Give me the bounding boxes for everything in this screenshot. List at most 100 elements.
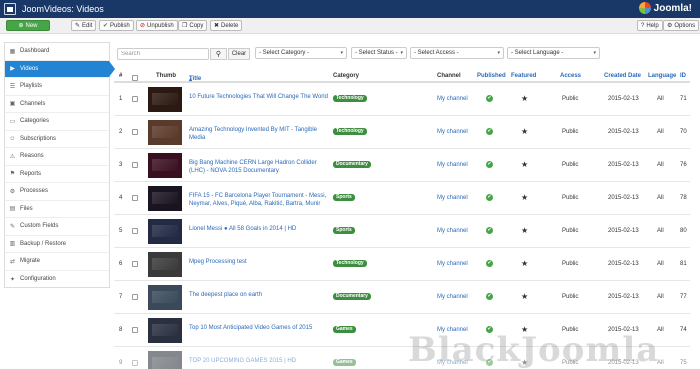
col-category: Category (333, 73, 360, 79)
published-check-icon[interactable]: ✔ (486, 293, 493, 300)
video-title-link[interactable]: Mpeg Processing test (189, 258, 329, 266)
sidebar-item-configuration[interactable]: ✦ Configuration (5, 271, 109, 289)
col-id[interactable]: ID (680, 73, 686, 79)
channel-link[interactable]: My channel (437, 129, 468, 135)
status-filter-select[interactable]: - Select Status - ▾ (351, 47, 407, 59)
channel-link[interactable]: My channel (437, 96, 468, 102)
table-row: 5 Lionel Messi ● All 58 Goals in 2014 | H… (114, 215, 690, 248)
row-number: 5 (119, 228, 123, 234)
edit-icon: ✎ (9, 223, 16, 230)
channel-link[interactable]: My channel (437, 294, 468, 300)
row-checkbox[interactable] (132, 228, 138, 234)
sidebar-item-custom-fields[interactable]: ✎ Custom Fields (5, 218, 109, 236)
channel-link[interactable]: My channel (437, 228, 468, 234)
published-check-icon[interactable]: ✔ (486, 95, 493, 102)
row-number: 2 (119, 129, 123, 135)
published-check-icon[interactable]: ✔ (486, 260, 493, 267)
video-title-link[interactable]: TOP 20 UPCOMING GAMES 2015 | HD (189, 357, 329, 365)
row-checkbox[interactable] (132, 360, 138, 366)
sidebar-item-files[interactable]: ▤ Files (5, 201, 109, 218)
row-checkbox[interactable] (132, 327, 138, 333)
sidebar-item-processes[interactable]: ⚙ Processes (5, 183, 109, 201)
row-checkbox[interactable] (132, 129, 138, 135)
sidebar-item-subscriptions[interactable]: ☺ Subscriptions (5, 131, 109, 148)
new-button[interactable]: ⊕ New (6, 20, 50, 31)
featured-star-icon[interactable]: ★ (521, 226, 528, 235)
options-button[interactable]: ⚙ Options (663, 20, 700, 31)
video-thumbnail[interactable] (148, 285, 182, 310)
clear-button[interactable]: Clear (228, 48, 250, 60)
category-filter-select[interactable]: - Select Category - ▾ (255, 47, 347, 59)
video-title-link[interactable]: Amazing Technology Invented By MIT - Tan… (189, 126, 329, 142)
col-created-date[interactable]: Created Date (604, 73, 641, 79)
row-checkbox[interactable] (132, 195, 138, 201)
video-id: 71 (680, 96, 687, 102)
created-date: 2015-02-13 (608, 261, 639, 267)
language-filter-select[interactable]: - Select Language - ▾ (507, 47, 600, 59)
archive-icon: ▥ (9, 241, 16, 248)
edit-button[interactable]: ✎ Edit (71, 20, 97, 31)
sidebar-item-reasons[interactable]: ⚠ Reasons (5, 148, 109, 166)
gear-icon: ⚙ (9, 188, 16, 195)
col-language[interactable]: Language (648, 73, 676, 79)
unpublish-button[interactable]: ⊘ Unpublish (136, 20, 178, 31)
row-checkbox[interactable] (132, 162, 138, 168)
sidebar-item-migrate[interactable]: ⇄ Migrate (5, 253, 109, 271)
delete-button[interactable]: ✖ Delete (210, 20, 243, 31)
video-thumbnail[interactable] (148, 120, 182, 145)
featured-star-icon[interactable]: ★ (521, 259, 528, 268)
row-checkbox[interactable] (132, 261, 138, 267)
chevron-down-icon: ▾ (400, 50, 403, 56)
access-level: Public (562, 228, 579, 234)
sidebar-item-dashboard[interactable]: ▦ Dashboard (5, 43, 109, 61)
joomla-logo[interactable]: Joomla! (638, 2, 692, 14)
featured-star-icon[interactable]: ★ (521, 292, 528, 301)
featured-star-icon[interactable]: ★ (521, 94, 528, 103)
copy-button[interactable]: ❐ Copy (178, 20, 208, 31)
row-checkbox[interactable] (132, 96, 138, 102)
language-value: All (657, 96, 664, 102)
featured-star-icon[interactable]: ★ (521, 127, 528, 136)
search-input[interactable] (117, 48, 209, 60)
channel-link[interactable]: My channel (437, 162, 468, 168)
sidebar-item-backup-restore[interactable]: ▥ Backup / Restore (5, 236, 109, 253)
search-button[interactable]: ⚲ (210, 48, 227, 60)
channel-link[interactable]: My channel (437, 261, 468, 267)
video-thumbnail[interactable] (148, 351, 182, 369)
video-thumbnail[interactable] (148, 219, 182, 244)
published-check-icon[interactable]: ✔ (486, 128, 493, 135)
sidebar-item-categories[interactable]: ▭ Categories (5, 113, 109, 131)
sidebar-item-playlists[interactable]: ☰ Playlists (5, 78, 109, 96)
table-row: 1 10 Future Technologies That Will Change… (114, 83, 690, 116)
video-thumbnail[interactable] (148, 186, 182, 211)
video-thumbnail[interactable] (148, 87, 182, 112)
featured-star-icon[interactable]: ★ (521, 193, 528, 202)
col-access[interactable]: Access (560, 73, 581, 79)
created-date: 2015-02-13 (608, 162, 639, 168)
channel-link[interactable]: My channel (437, 195, 468, 201)
sidebar-item-videos[interactable]: ▶ Videos (5, 60, 115, 78)
access-filter-select[interactable]: - Select Access - ▾ (410, 47, 504, 59)
video-thumbnail[interactable] (148, 252, 182, 277)
row-checkbox[interactable] (132, 294, 138, 300)
help-button[interactable]: ? Help (637, 20, 663, 31)
video-title-link[interactable]: 10 Future Technologies That Will Change … (189, 93, 329, 101)
sidebar-item-channels[interactable]: ▣ Channels (5, 96, 109, 113)
published-check-icon[interactable]: ✔ (486, 227, 493, 234)
sidebar-item-reports[interactable]: ⚑ Reports (5, 166, 109, 183)
featured-star-icon[interactable]: ★ (521, 160, 528, 169)
video-title-link[interactable]: The deepest place on earth (189, 291, 329, 299)
published-check-icon[interactable]: ✔ (486, 194, 493, 201)
language-value: All (657, 228, 664, 234)
video-thumbnail[interactable] (148, 153, 182, 178)
published-check-icon[interactable]: ✔ (486, 161, 493, 168)
col-published[interactable]: Published (477, 73, 506, 79)
col-featured[interactable]: Featured (511, 73, 536, 79)
video-title-link[interactable]: Big Bang Machine CERN Large Hadron Colli… (189, 159, 329, 175)
video-thumbnail[interactable] (148, 318, 182, 343)
video-title-link[interactable]: Top 10 Most Anticipated Video Games of 2… (189, 324, 329, 332)
access-level: Public (562, 294, 579, 300)
publish-button[interactable]: ✔ Publish (99, 20, 134, 31)
video-title-link[interactable]: FIFA 15 - FC Barcelona Player Tournament… (189, 192, 329, 208)
video-title-link[interactable]: Lionel Messi ● All 58 Goals in 2014 | HD (189, 225, 329, 233)
